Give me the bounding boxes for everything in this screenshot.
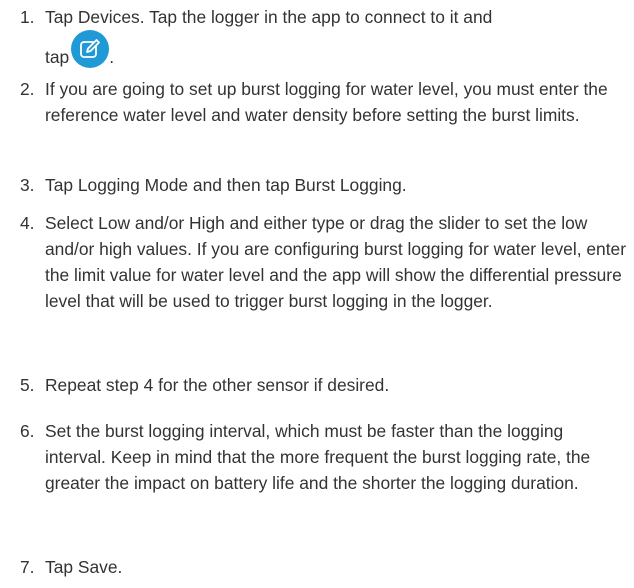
step-text: Repeat step 4 for the other sensor if de… <box>45 375 390 395</box>
step-text-continued: tap <box>45 47 70 67</box>
step-text: Tap Logging Mode and then tap Burst Logg… <box>45 175 407 195</box>
step-text: Select Low and/or High and either type o… <box>45 213 626 311</box>
step-7: 7. Tap Save. <box>0 554 634 580</box>
step-5: 5. Repeat step 4 for the other sensor if… <box>0 372 634 398</box>
step-number: 2. <box>20 79 35 99</box>
step-number: 7. <box>20 557 35 577</box>
step-3: 3. Tap Logging Mode and then tap Burst L… <box>0 172 634 198</box>
step-number: 1. <box>20 7 35 27</box>
step-6: 6. Set the burst logging interval, which… <box>0 418 634 496</box>
step-number: 6. <box>20 421 35 441</box>
step-text: Tap Save. <box>45 557 123 577</box>
step-2: 2. If you are going to set up burst logg… <box>0 76 634 128</box>
step-number: 5. <box>20 375 35 395</box>
step-number: 3. <box>20 175 35 195</box>
step-4: 4. Select Low and/or High and either typ… <box>0 210 634 314</box>
instruction-list: 1. Tap Devices. Tap the logger in the ap… <box>0 0 634 588</box>
step-number: 4. <box>20 213 35 233</box>
step-text-period: . <box>109 47 115 67</box>
step-text: If you are going to set up burst logging… <box>45 79 608 125</box>
step-text: Tap Devices. Tap the logger in the app t… <box>45 7 493 27</box>
step-text: Set the burst logging interval, which mu… <box>45 421 591 493</box>
step-1: 1. Tap Devices. Tap the logger in the ap… <box>0 4 634 70</box>
edit-icon <box>71 30 110 68</box>
